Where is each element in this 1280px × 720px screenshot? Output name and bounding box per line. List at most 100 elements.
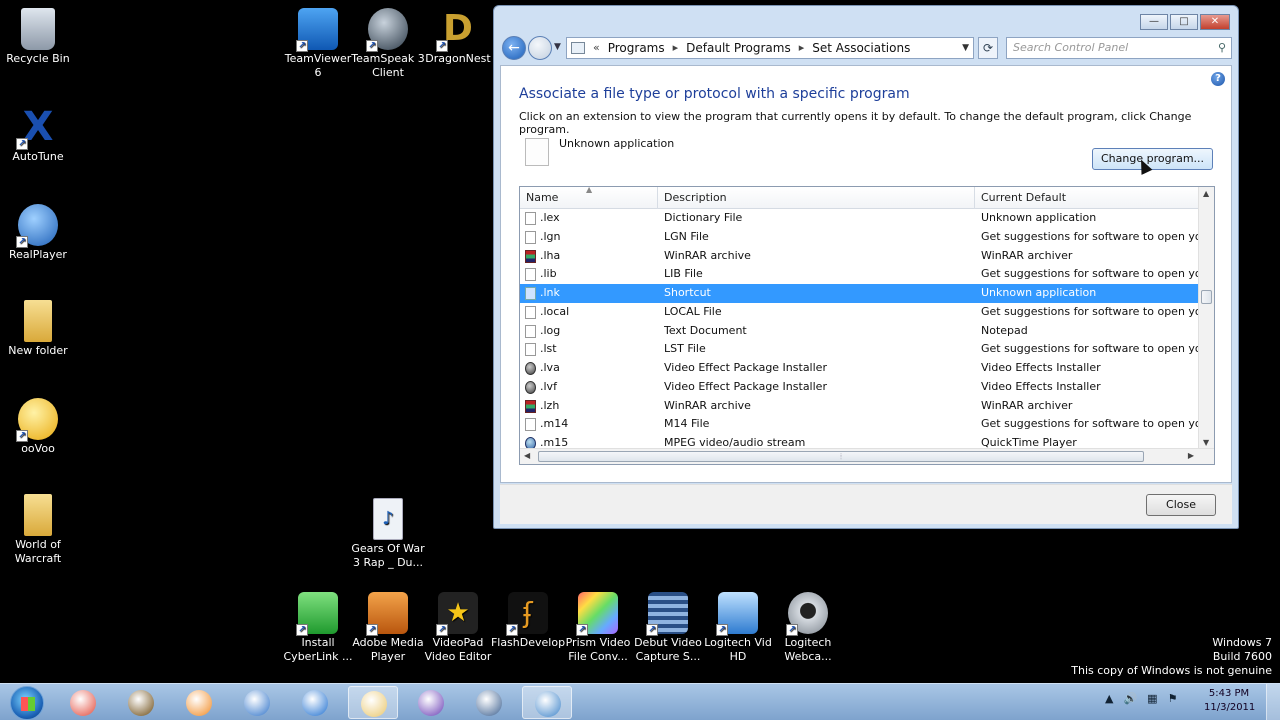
forward-button[interactable] xyxy=(528,36,552,60)
desktop-icon-install-cyberlink[interactable]: ↗ Install CyberLink ... xyxy=(280,592,356,664)
search-placeholder: Search Control Panel xyxy=(1013,41,1129,54)
windows-watermark: Windows 7 Build 7600 This copy of Window… xyxy=(1071,636,1272,678)
taskbar-button-media-player[interactable] xyxy=(174,686,224,719)
close-window-button[interactable]: ✕ xyxy=(1200,14,1230,30)
table-row[interactable]: .lgn LGN File Get suggestions for software… xyxy=(520,228,1200,247)
desktop-icon-prism[interactable]: ↗ Prism Video File Conv... xyxy=(560,592,636,664)
table-row[interactable]: .lha WinRAR archive WinRAR archiver xyxy=(520,247,1200,266)
taskbar-button-chrome[interactable] xyxy=(58,686,108,719)
horizontal-scroll-thumb[interactable]: ⦙ xyxy=(538,451,1144,462)
network-icon[interactable]: ▦ xyxy=(1147,692,1157,705)
table-row[interactable]: .lnk Shortcut Unknown application xyxy=(520,284,1200,303)
desktop-icon-debut[interactable]: ↗ Debut Video Capture S... xyxy=(630,592,706,664)
current-default-cell: WinRAR archiver xyxy=(981,248,1073,262)
clock[interactable]: 5:43 PM 11/3/2011 xyxy=(1204,687,1255,715)
breadcrumb-programs[interactable]: Programs xyxy=(608,38,665,58)
scroll-up-icon[interactable]: ▲ xyxy=(1203,189,1209,198)
teamspeak-icon xyxy=(244,690,270,716)
realplayer-icon: ↗ xyxy=(16,204,58,248)
refresh-button[interactable]: ⟳ xyxy=(978,37,998,59)
desktop-icon-adobe-media-player[interactable]: ↗ Adobe Media Player xyxy=(350,592,426,664)
breadcrumb-set-associations[interactable]: Set Associations xyxy=(812,38,910,58)
start-button[interactable] xyxy=(10,686,44,720)
current-default-cell: Video Effects Installer xyxy=(981,361,1101,374)
taskbar-button-film[interactable] xyxy=(464,686,514,719)
taskbar-button-opera[interactable] xyxy=(406,686,456,719)
extension-cell: .lib xyxy=(540,267,557,281)
desktop-icon-realplayer[interactable]: ↗ RealPlayer xyxy=(0,204,76,262)
horizontal-scrollbar[interactable]: ◀ ⦙ ▶ xyxy=(520,448,1214,464)
column-header-current-default[interactable]: Current Default xyxy=(975,187,1200,209)
desktop-icon-flashdevelop[interactable]: ʄ ↗ FlashDevelop xyxy=(490,592,566,650)
sort-ascending-icon: ▲ xyxy=(586,186,593,194)
recent-pages-chevron-icon[interactable]: ▼ xyxy=(554,42,561,52)
minimize-button[interactable]: — xyxy=(1140,14,1168,30)
teamspeak-icon: ↗ xyxy=(366,8,408,52)
vertical-scrollbar[interactable]: ▲ ▼ xyxy=(1198,187,1214,449)
column-header-description[interactable]: Description xyxy=(658,187,975,209)
scroll-left-icon[interactable]: ◀ xyxy=(524,451,530,460)
close-button[interactable]: Close xyxy=(1146,494,1216,516)
desktop-icon-dragonnest[interactable]: D ↗ DragonNest xyxy=(420,8,496,66)
address-dropdown-icon[interactable]: ▼ xyxy=(962,38,969,58)
file-type-icon xyxy=(525,138,549,166)
address-bar[interactable]: « Programs ▸ Default Programs ▸ Set Asso… xyxy=(566,37,974,59)
desktop-icon-new-folder[interactable]: New folder xyxy=(0,300,76,358)
page-title: Associate a file type or protocol with a… xyxy=(519,86,910,102)
table-row[interactable]: .local LOCAL File Get suggestions for soft… xyxy=(520,303,1200,322)
folder-icon xyxy=(24,494,52,536)
desktop-icon-logitech-webcam[interactable]: ↗ Logitech Webca... xyxy=(770,592,846,664)
taskbar-button-control-panel[interactable] xyxy=(522,686,572,719)
vertical-scroll-thumb[interactable] xyxy=(1201,290,1212,304)
taskbar-button-teamspeak[interactable] xyxy=(232,686,282,719)
taskbar-button-itunes[interactable] xyxy=(290,686,340,719)
desktop-icon-gears-of-war-rap[interactable]: ♪ Gears Of War 3 Rap _ Du... xyxy=(350,498,426,570)
current-default-cell: Get suggestions for software to open you… xyxy=(981,267,1199,281)
flag-icon[interactable]: ⚑ xyxy=(1168,692,1178,705)
desktop-icon-teamspeak[interactable]: ↗ TeamSpeak 3 Client xyxy=(350,8,426,80)
show-hidden-icons-icon[interactable]: ▲ xyxy=(1105,692,1113,705)
table-row[interactable]: .lex Dictionary File Unknown application xyxy=(520,209,1200,228)
winrar-file-icon xyxy=(525,399,536,413)
search-icon[interactable]: ⚲ xyxy=(1218,38,1226,58)
desktop-icon-recycle-bin[interactable]: Recycle Bin xyxy=(0,8,76,66)
scroll-right-icon[interactable]: ▶ xyxy=(1188,451,1194,460)
extension-cell: .lst xyxy=(540,342,557,356)
description-cell: WinRAR archive xyxy=(664,248,751,262)
desktop-icon-videopad[interactable]: ★ ↗ VideoPad Video Editor xyxy=(420,592,496,664)
current-default-cell: Video Effects Installer xyxy=(981,379,1101,393)
search-input[interactable]: Search Control Panel ⚲ xyxy=(1006,37,1232,59)
table-row[interactable]: .lst LST File Get suggestions for software… xyxy=(520,340,1200,359)
current-default-cell: Get suggestions for software to open you… xyxy=(981,342,1199,356)
desktop-icon-teamviewer[interactable]: ↗ TeamViewer 6 xyxy=(280,8,356,80)
table-row[interactable]: .lva Video Effect Package Installer Video … xyxy=(520,359,1200,378)
desktop-icon-world-of-warcraft[interactable]: World of Warcraft xyxy=(0,494,76,566)
table-row[interactable]: .lvf Video Effect Package Installer Video … xyxy=(520,378,1200,397)
table-row[interactable]: .log Text Document Notepad xyxy=(520,322,1200,341)
table-row[interactable]: .m14 M14 File Get suggestions for software… xyxy=(520,415,1200,434)
taskbar-button-warcraft[interactable] xyxy=(116,686,166,719)
window-footer: Close xyxy=(500,484,1232,524)
desktop-icon-logitech-vid[interactable]: ↗ Logitech Vid HD xyxy=(700,592,776,664)
desktop-icon-autotune[interactable]: X ↗ AutoTune xyxy=(0,106,76,164)
desktop-icon-oovoo[interactable]: ↗ ooVoo xyxy=(0,398,76,456)
help-icon[interactable]: ? xyxy=(1211,72,1225,86)
back-button[interactable]: ← xyxy=(502,36,526,60)
volume-icon[interactable]: 🔊 xyxy=(1123,692,1137,705)
scroll-down-icon[interactable]: ▼ xyxy=(1203,438,1209,447)
show-desktop-button[interactable] xyxy=(1266,684,1280,720)
generic-file-icon xyxy=(525,343,536,357)
taskbar-button-explorer-folder[interactable] xyxy=(348,686,398,719)
winrar-file-icon xyxy=(525,249,536,263)
current-default-app: Unknown application xyxy=(559,137,675,150)
breadcrumb-default-programs[interactable]: Default Programs xyxy=(686,38,791,58)
flashdevelop-icon: ʄ ↗ xyxy=(506,592,548,636)
table-row[interactable]: .lzh WinRAR archive WinRAR archiver xyxy=(520,397,1200,416)
maximize-button[interactable]: □ xyxy=(1170,14,1198,30)
generic-file-icon xyxy=(525,212,536,225)
extension-cell: .lva xyxy=(540,361,560,374)
breadcrumb-overflow[interactable]: « xyxy=(593,38,600,58)
file-type-list[interactable]: Name ▲ Description Current Default .lex D… xyxy=(519,186,1215,465)
table-row[interactable]: .lib LIB File Get suggestions for software… xyxy=(520,265,1200,284)
change-program-button[interactable]: Change program... xyxy=(1092,148,1213,170)
